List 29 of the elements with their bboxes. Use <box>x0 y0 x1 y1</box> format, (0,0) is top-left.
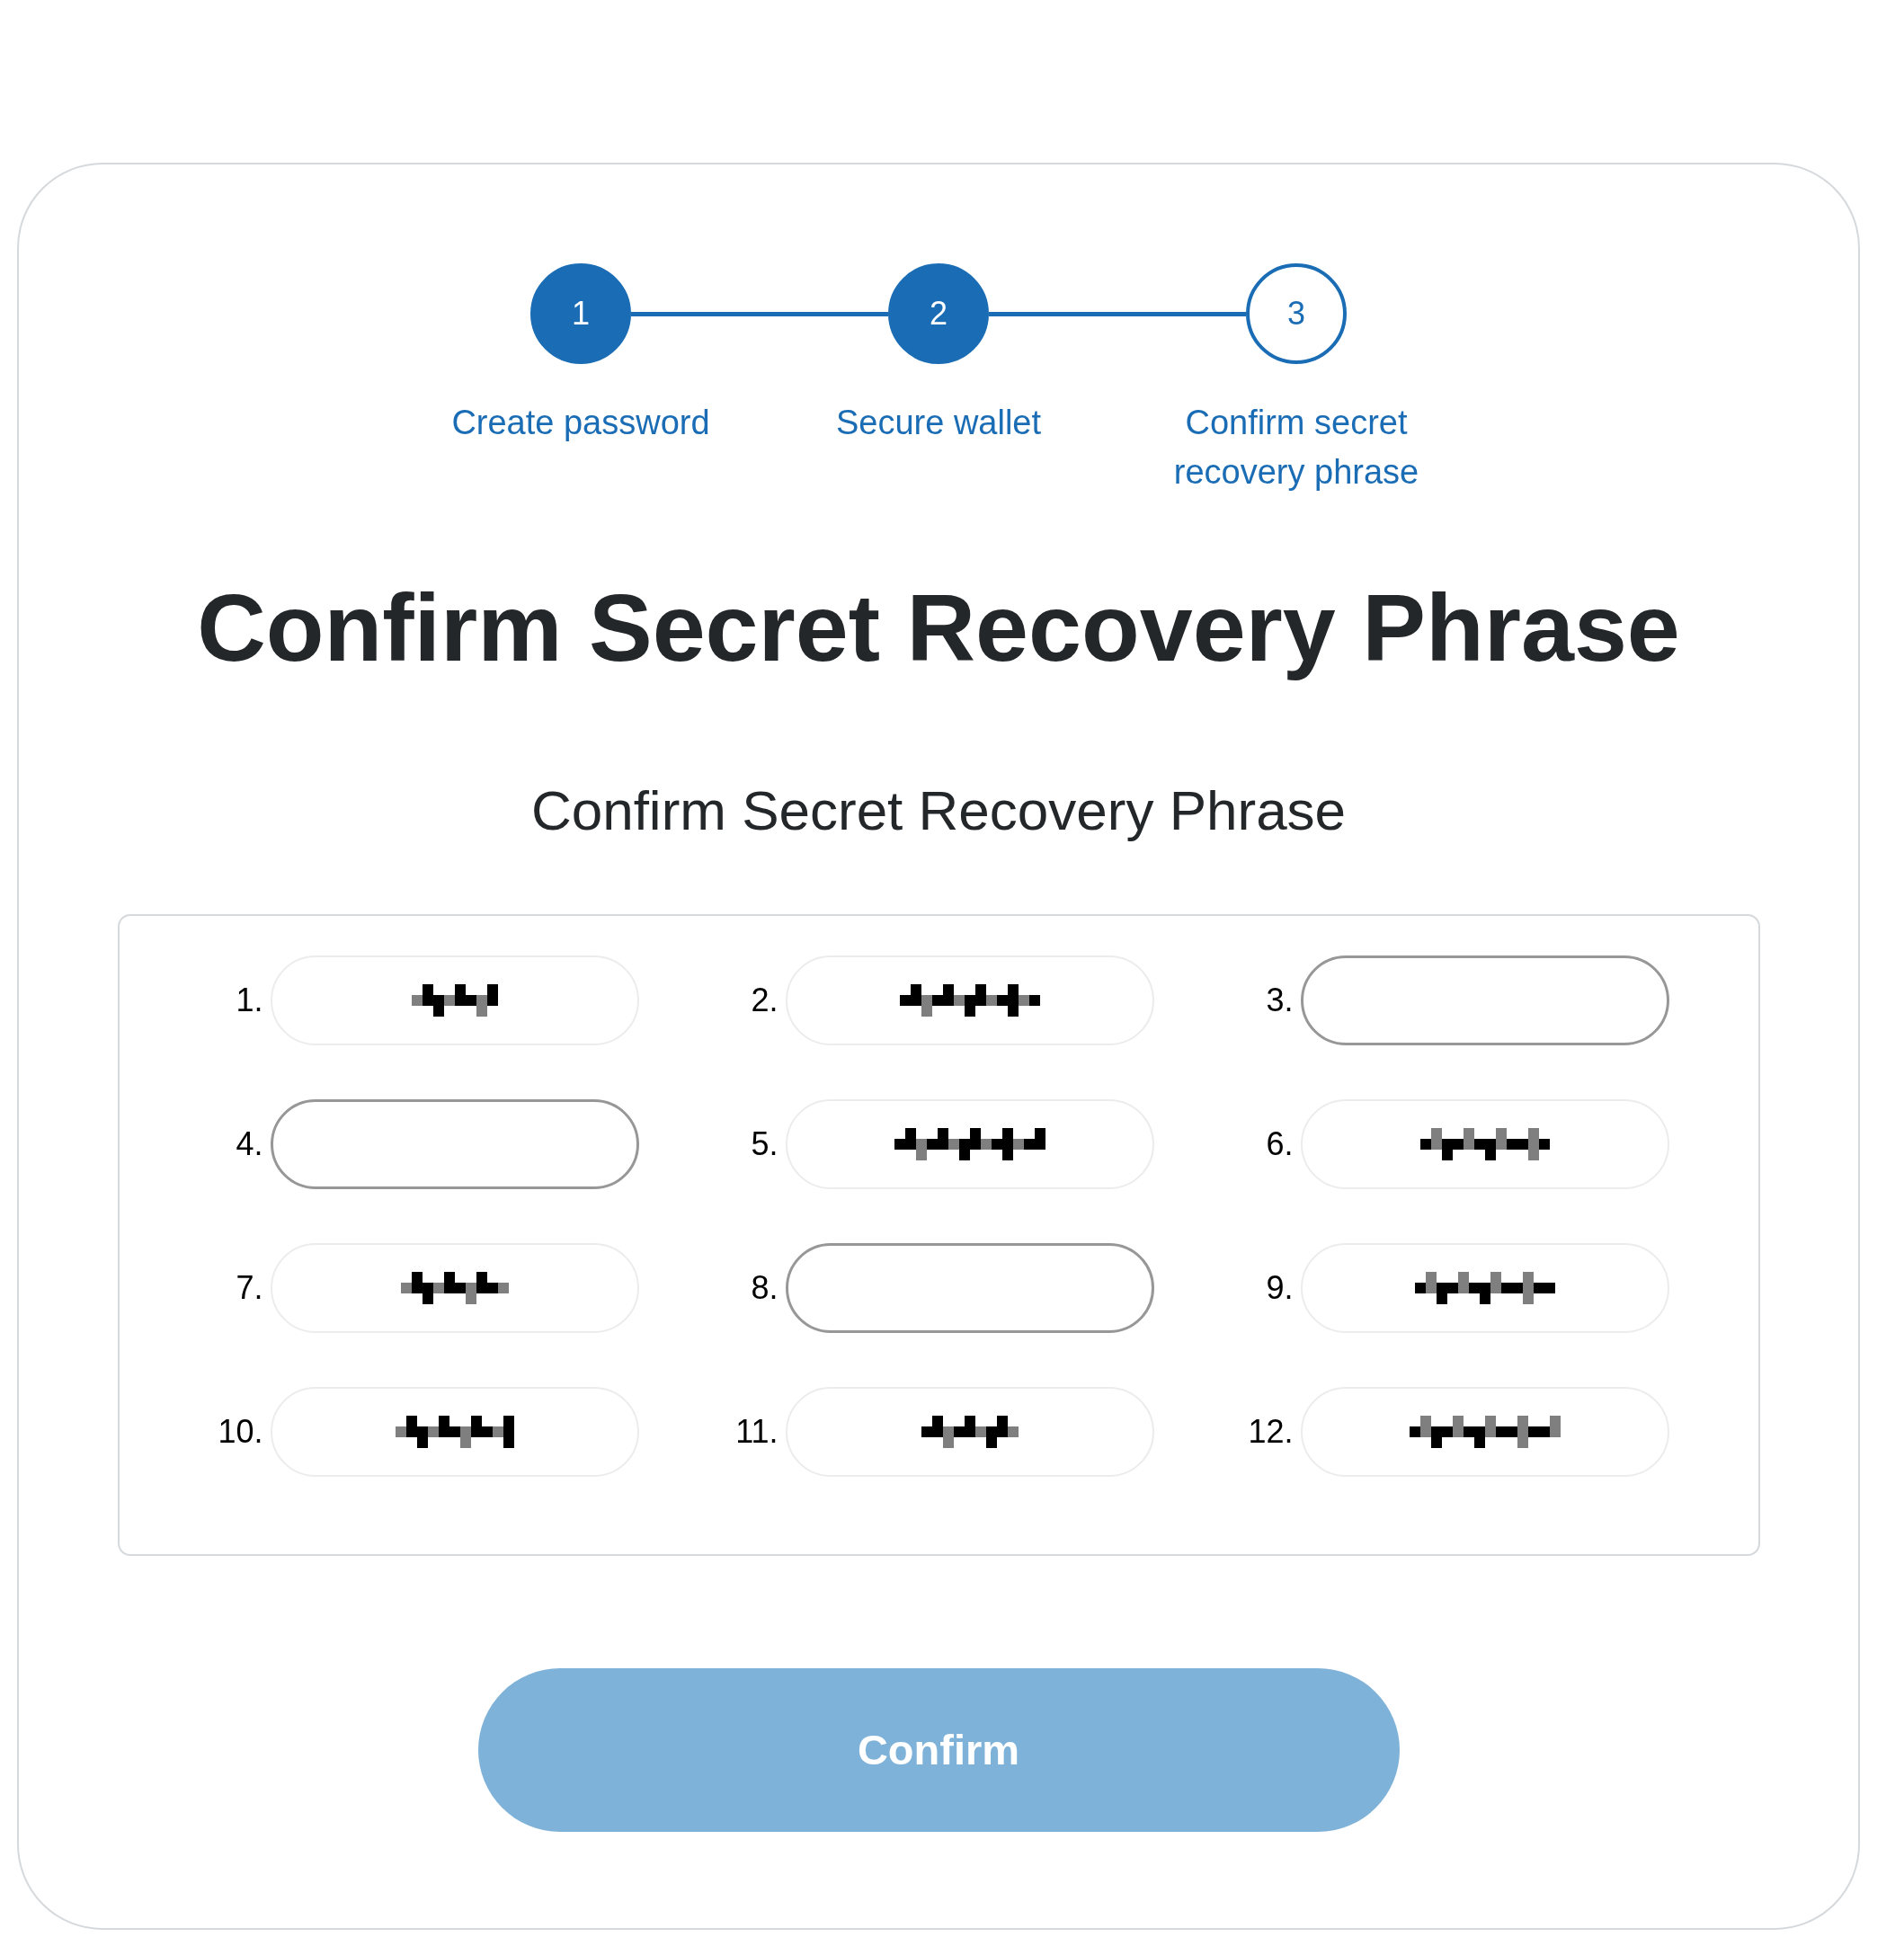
section-heading: Confirm Secret Recovery Phrase <box>530 778 1347 843</box>
step-label: Secure wallet <box>834 403 1043 443</box>
word-number: 9. <box>1265 1268 1294 1308</box>
pixelated-word-icon <box>899 984 1040 1017</box>
word-number: 3. <box>1265 981 1294 1020</box>
pixelated-word-icon <box>894 1128 1045 1160</box>
pixelated-word-icon <box>1409 1416 1561 1448</box>
page-title: Confirm Secret Recovery Phrase <box>197 573 1680 682</box>
pixelated-word-icon <box>1414 1272 1555 1304</box>
word-number: 2. <box>750 981 779 1020</box>
word-number: 6. <box>1265 1124 1294 1164</box>
pixelated-word-icon <box>921 1416 1019 1448</box>
word-number: 5. <box>750 1124 779 1164</box>
step-indicator: 3 <box>1246 263 1347 364</box>
word-number: 12. <box>1247 1412 1294 1452</box>
word-number: 1. <box>235 981 263 1020</box>
pixelated-word-icon <box>395 1416 514 1448</box>
pixelated-word-icon <box>411 984 498 1017</box>
step-indicator: 2 <box>888 263 989 364</box>
step-label: Create password <box>450 403 711 443</box>
word-number: 11. <box>734 1412 779 1452</box>
word-number: 7. <box>235 1268 263 1308</box>
pixelated-word-icon <box>400 1272 509 1304</box>
word-number: 4. <box>235 1124 263 1164</box>
step-indicator: 1 <box>530 263 631 364</box>
word-number: 8. <box>750 1268 779 1308</box>
word-number: 10. <box>217 1412 263 1452</box>
step-label: Confirm secret recovery phrase <box>1172 403 1420 493</box>
pixelated-word-icon <box>1419 1128 1550 1160</box>
